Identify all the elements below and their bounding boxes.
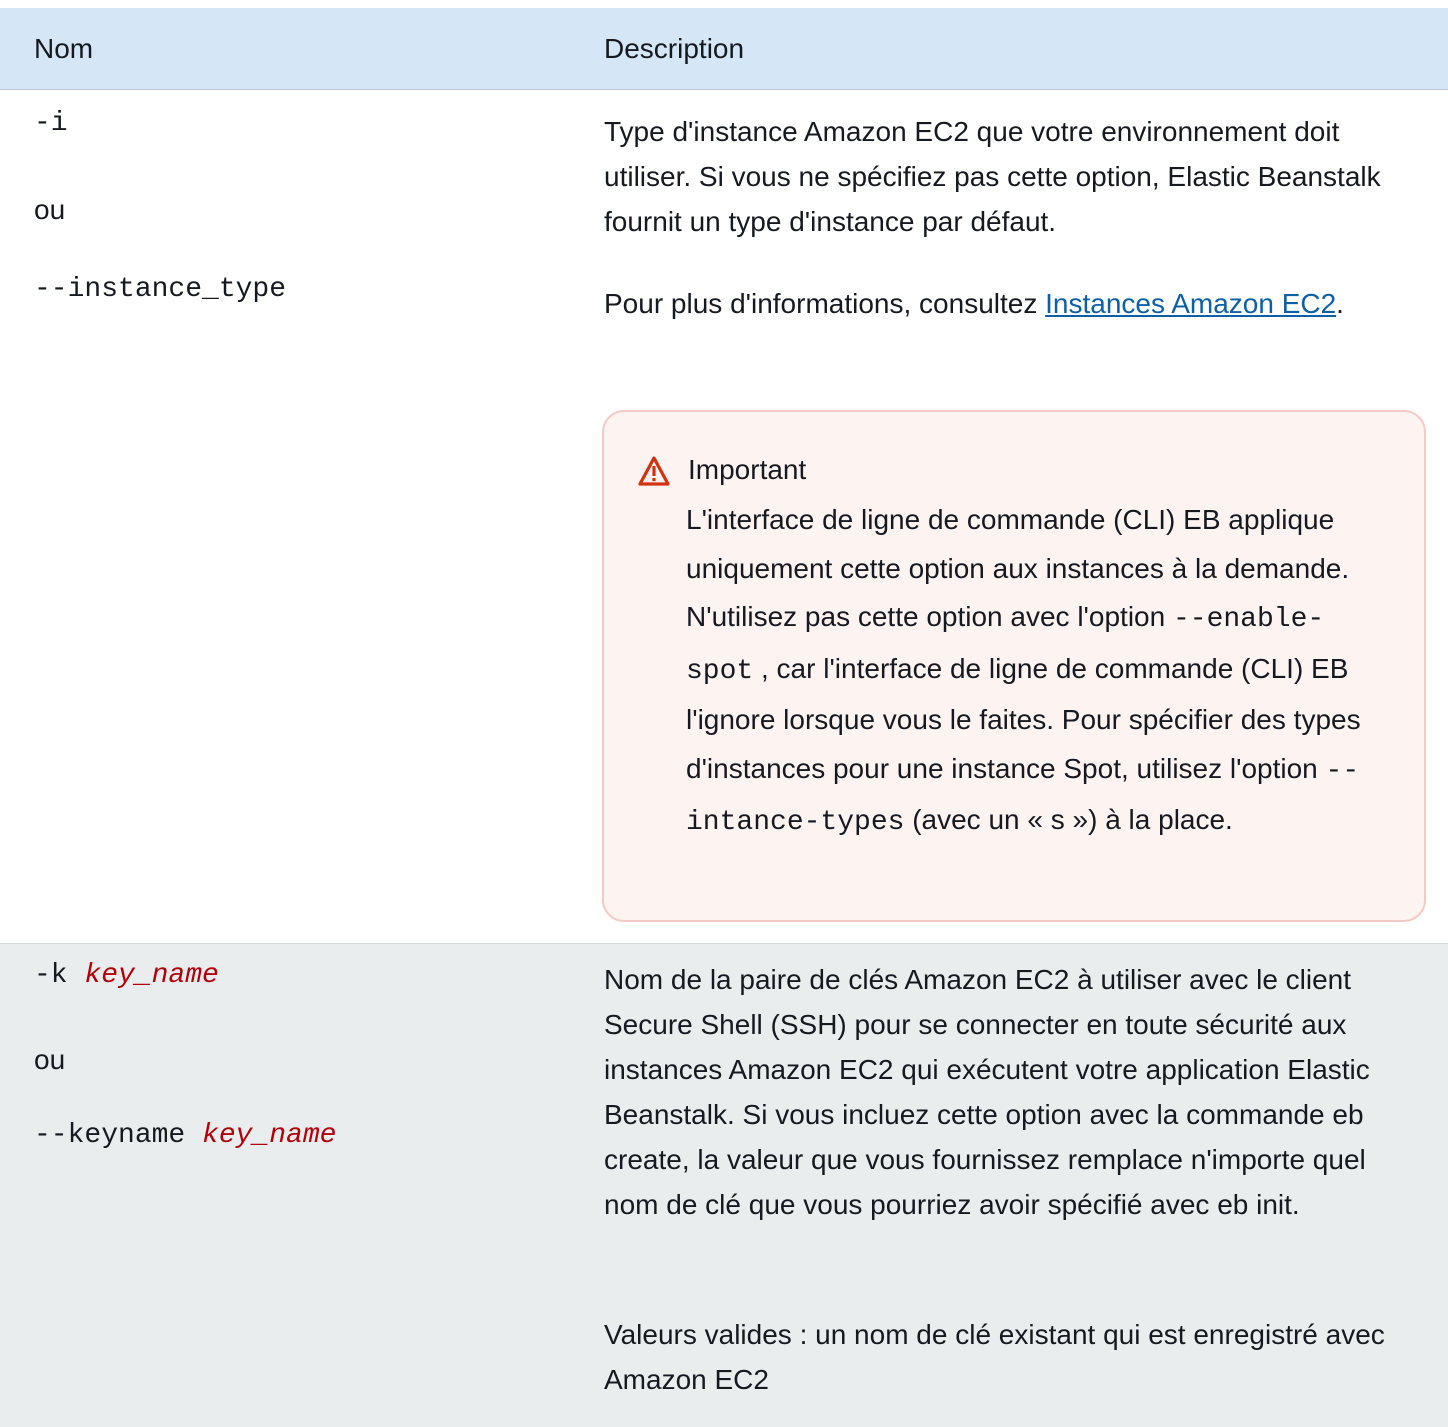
option-long: --keyname key_name bbox=[34, 1120, 336, 1151]
option-long: --instance_type bbox=[34, 274, 287, 305]
more-info-suffix: . bbox=[1336, 288, 1344, 319]
table-header: Nom Description bbox=[0, 8, 1448, 90]
alert-title: Important bbox=[688, 454, 807, 485]
warning-triangle-icon bbox=[638, 456, 670, 486]
valid-values-paragraph: Valeurs valides : un nom de clé existant… bbox=[604, 1319, 1385, 1395]
alert-text-3: (avec un « s ») à la place. bbox=[904, 804, 1233, 835]
option-or: ou bbox=[34, 1044, 66, 1075]
description-paragraph: Nom de la paire de clés Amazon EC2 à uti… bbox=[604, 964, 1370, 1220]
header-description: Description bbox=[604, 33, 745, 64]
option-or: ou bbox=[34, 194, 66, 225]
table-row: -k key_name ou --keyname key_name Nom de… bbox=[0, 944, 1448, 1427]
alert-body: L'interface de ligne de commande (CLI) E… bbox=[686, 496, 1386, 848]
important-alert: Important L'interface de ligne de comman… bbox=[602, 410, 1426, 922]
more-info-paragraph: Pour plus d'informations, consultez Inst… bbox=[604, 281, 1424, 326]
description-paragraph: Type d'instance Amazon EC2 que votre env… bbox=[604, 116, 1381, 237]
option-short: -k key_name bbox=[34, 960, 219, 991]
option-short: -i bbox=[34, 108, 68, 139]
header-name: Nom bbox=[34, 33, 94, 64]
table-row: -i ou --instance_type Type d'instance Am… bbox=[0, 90, 1448, 944]
instances-ec2-link[interactable]: Instances Amazon EC2 bbox=[1045, 288, 1336, 319]
more-info-prefix: Pour plus d'informations, consultez bbox=[604, 288, 1046, 319]
option-short-flag: -k bbox=[34, 960, 68, 991]
option-short-arg: key_name bbox=[84, 960, 219, 991]
alert-text-2: , car l'interface de ligne de commande (… bbox=[686, 652, 1361, 784]
option-long-flag: --keyname bbox=[34, 1120, 186, 1151]
option-long-arg: key_name bbox=[202, 1120, 337, 1151]
